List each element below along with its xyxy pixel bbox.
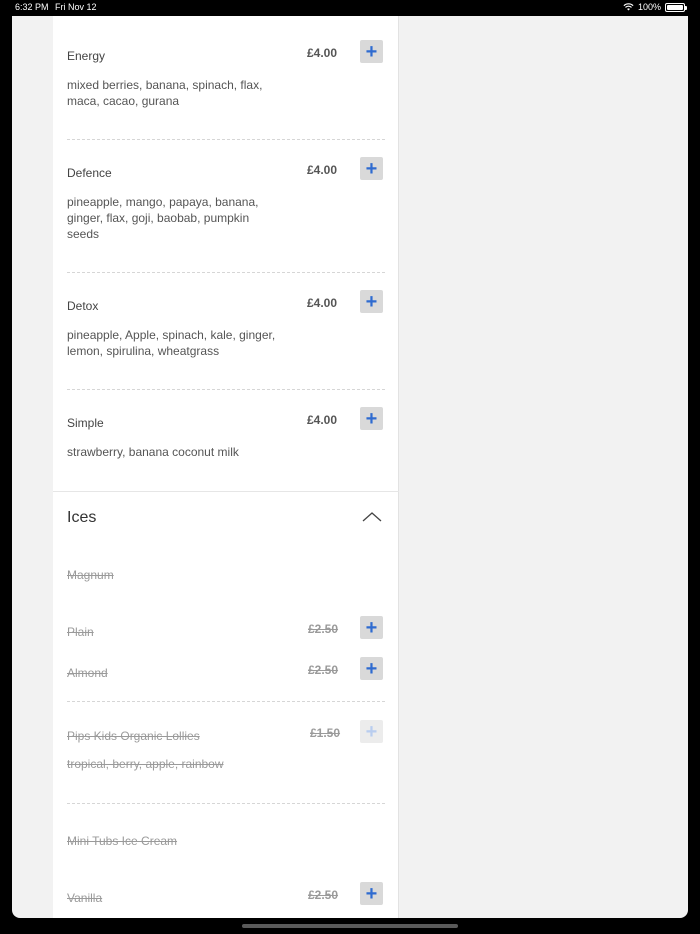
item-divider xyxy=(67,389,385,390)
section-title-ices[interactable]: Ices xyxy=(67,509,96,527)
item-divider xyxy=(67,803,385,804)
item-divider xyxy=(67,139,385,140)
item-description: strawberry, banana coconut milk xyxy=(67,445,239,459)
item-name: Plain xyxy=(67,625,94,639)
item-name: Pips Kids Organic Lollies xyxy=(67,729,200,743)
status-right: 100% xyxy=(623,2,687,12)
item-price: £4.00 xyxy=(307,163,338,177)
add-button[interactable]: + xyxy=(360,40,383,63)
app-screen: Energy £4.00 + mixed berries, banana, sp… xyxy=(12,16,688,918)
item-name: Simple xyxy=(67,416,104,430)
item-name: Detox xyxy=(67,299,99,313)
item-name: Defence xyxy=(67,166,112,180)
item-price: £2.50 xyxy=(308,622,339,636)
item-name: Vanilla xyxy=(67,891,103,905)
item-name: Almond xyxy=(67,666,108,680)
item-description: mixed berries, banana, spinach, flax, ma… xyxy=(67,78,263,108)
item-description: pineapple, Apple, spinach, kale, ginger,… xyxy=(67,328,276,358)
item-price: £4.00 xyxy=(307,413,338,427)
section-separator xyxy=(53,491,399,492)
add-button[interactable]: + xyxy=(360,157,383,180)
item-divider xyxy=(67,701,385,702)
wifi-icon xyxy=(623,3,634,11)
add-button-disabled: + xyxy=(360,720,383,743)
item-price: £4.00 xyxy=(307,296,338,310)
menu-panel[interactable]: Energy £4.00 + mixed berries, banana, sp… xyxy=(53,16,399,918)
item-description: tropical, berry, apple, rainbow xyxy=(67,757,224,771)
group-name: Magnum xyxy=(67,568,114,582)
battery-icon xyxy=(665,2,687,12)
item-price: £4.00 xyxy=(307,46,338,60)
menu-group-magnum: Magnum xyxy=(67,568,385,584)
home-indicator[interactable] xyxy=(242,924,458,928)
item-description: pineapple, mango, papaya, banana, ginger… xyxy=(67,195,259,241)
add-button[interactable]: + xyxy=(360,882,383,905)
item-name: Energy xyxy=(67,49,106,63)
chevron-up-icon[interactable] xyxy=(361,510,383,524)
item-divider xyxy=(67,272,385,273)
battery-percent: 100% xyxy=(637,2,661,12)
status-bar: 6:32 PM Fri Nov 12 100% xyxy=(0,0,700,16)
item-price: £1.50 xyxy=(310,726,341,740)
add-button[interactable]: + xyxy=(360,407,383,430)
menu-group-mini-tubs: Mini Tubs Ice Cream xyxy=(67,834,385,850)
status-date: Fri Nov 12 xyxy=(55,2,97,12)
add-button[interactable]: + xyxy=(360,616,383,639)
add-button[interactable]: + xyxy=(360,657,383,680)
item-price: £2.50 xyxy=(308,663,339,677)
group-name: Mini Tubs Ice Cream xyxy=(67,834,178,848)
status-time: 6:32 PM xyxy=(15,2,49,12)
item-price: £2.50 xyxy=(308,888,339,902)
add-button[interactable]: + xyxy=(360,290,383,313)
